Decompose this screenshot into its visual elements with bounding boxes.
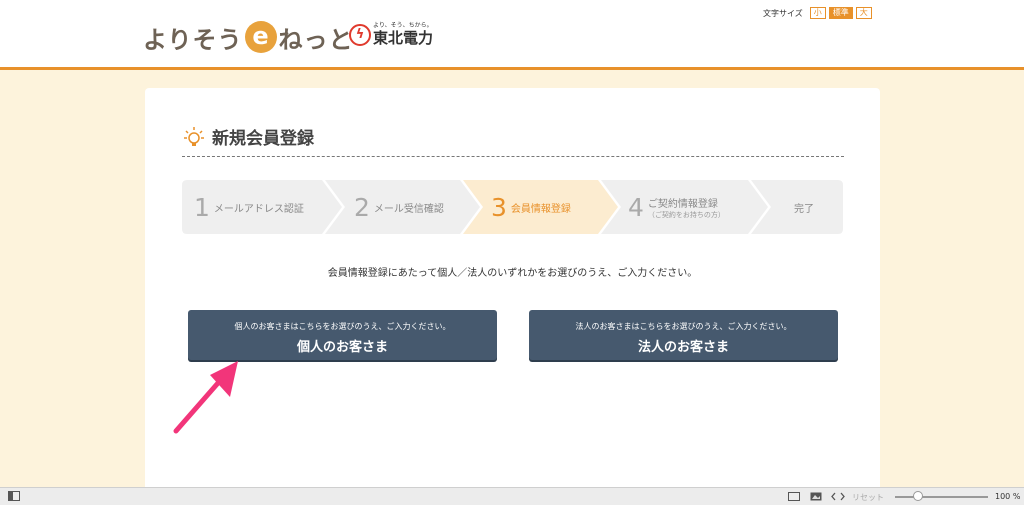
- main-card: [145, 88, 880, 498]
- step-4-number: 4: [628, 192, 644, 222]
- step-4-sublabel: （ご契約をお持ちの方）: [647, 210, 725, 219]
- individual-button-subtext: 個人のお客さまはこちらをお選びのうえ、ご入力ください。: [234, 322, 451, 331]
- step-1-number: 1: [194, 192, 210, 222]
- corporate-customer-button[interactable]: 法人のお客さまはこちらをお選びのうえ、ご入力ください。 法人のお客さま: [529, 310, 838, 360]
- logo-text-part2: ねっと: [278, 25, 354, 54]
- page-view-icon[interactable]: [788, 491, 800, 502]
- logo-text-part1: よりそう: [143, 25, 243, 54]
- company-name: 東北電力: [373, 29, 434, 47]
- zoom-slider[interactable]: [895, 496, 988, 498]
- site-header: よりそう e ねっと ϟ より、そう、ちから。 東北電力 文字サイズ 小 標準 …: [0, 0, 1024, 70]
- page-title-row: 新規会員登録: [183, 124, 314, 149]
- corporate-button-subtext: 法人のお客さまはこちらをお選びのうえ、ご入力ください。: [575, 322, 792, 331]
- step-1: 1 メールアドレス認証: [194, 180, 304, 234]
- step-5-label: 完了: [794, 203, 814, 215]
- step-4-label: ご契約情報登録: [647, 198, 718, 210]
- browser-status-bar: リセット 100 %: [0, 487, 1024, 505]
- zoom-level: 100 %: [995, 492, 1021, 501]
- annotation-arrow-icon: [173, 361, 238, 434]
- font-size-small-button[interactable]: 小: [809, 7, 826, 19]
- step-2-number: 2: [354, 192, 370, 222]
- step-1-label: メールアドレス認証: [213, 203, 304, 215]
- lightning-icon: ϟ: [349, 24, 371, 46]
- lightbulb-icon: [184, 126, 204, 146]
- title-divider: [182, 156, 844, 157]
- step-2: 2 メール受信確認: [354, 180, 444, 234]
- site-logo[interactable]: よりそう e ねっと: [143, 20, 354, 54]
- step-2-label: メール受信確認: [373, 203, 444, 215]
- individual-customer-button[interactable]: 個人のお客さまはこちらをお選びのうえ、ご入力ください。 個人のお客さま: [188, 310, 497, 360]
- step-3-number: 3: [491, 192, 507, 222]
- registration-steps: 1 メールアドレス認証 2 メール受信確認 3 会員情報登録 4 ご契約情報登録…: [182, 180, 843, 234]
- font-size-label: 文字サイズ: [763, 8, 803, 18]
- corporate-button-label: 法人のお客さま: [637, 340, 729, 355]
- step-5: 完了: [794, 180, 814, 234]
- step-4: 4 ご契約情報登録 （ご契約をお持ちの方）: [628, 180, 725, 234]
- reset-button[interactable]: リセット: [852, 492, 884, 503]
- code-icon[interactable]: [831, 491, 845, 502]
- font-size-standard-button[interactable]: 標準: [828, 7, 853, 19]
- zoom-slider-handle[interactable]: [913, 491, 923, 501]
- step-3: 3 会員情報登録: [491, 180, 571, 234]
- font-size-large-button[interactable]: 大: [855, 7, 872, 19]
- page-title: 新規会員登録: [212, 129, 314, 149]
- image-icon[interactable]: [810, 491, 822, 502]
- step-3-label: 会員情報登録: [510, 203, 571, 215]
- sidebar-toggle-icon[interactable]: [8, 491, 20, 501]
- company-logo: ϟ より、そう、ちから。 東北電力: [349, 22, 433, 46]
- font-size-switcher: 文字サイズ 小 標準 大: [763, 7, 872, 19]
- instruction-text: 会員情報登録にあたって個人／法人のいずれかをお選びのうえ、ご入力ください。: [327, 268, 698, 279]
- logo-e-mark: e: [244, 21, 277, 53]
- individual-button-label: 個人のお客さま: [296, 340, 388, 355]
